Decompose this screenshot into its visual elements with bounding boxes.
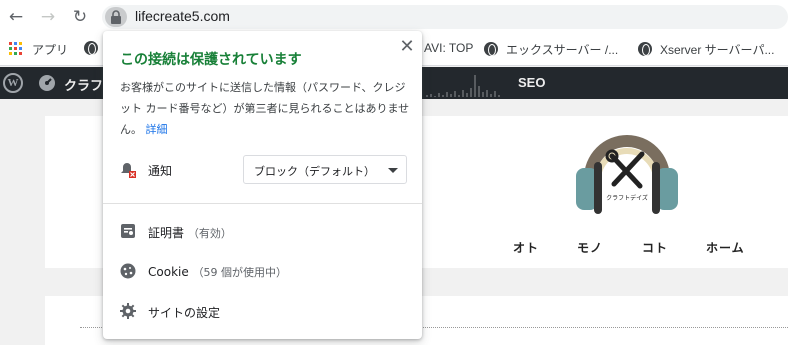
reload-icon[interactable]: ↻ bbox=[69, 6, 91, 28]
cookie-row[interactable]: Cookie （59 個が使用中） bbox=[148, 264, 287, 280]
certificate-status: （有効） bbox=[187, 227, 232, 240]
notification-select[interactable]: ブロック（デフォルト） bbox=[243, 155, 407, 184]
notification-label: 通知 bbox=[148, 164, 173, 178]
popup-divider bbox=[103, 203, 422, 204]
globe-icon bbox=[484, 42, 498, 56]
admin-seo-menu[interactable]: SEO bbox=[518, 75, 545, 90]
close-icon[interactable]: ✕ bbox=[397, 37, 417, 57]
bookmark-avi-top[interactable]: AVI: TOP bbox=[424, 41, 473, 55]
admin-site-name[interactable]: クラフ bbox=[64, 75, 103, 94]
cookie-icon bbox=[120, 263, 136, 279]
global-nav-mono[interactable]: モノ bbox=[577, 239, 603, 256]
wordpress-logo-icon[interactable]: W bbox=[3, 73, 23, 93]
logo-text: クラフトデイズ bbox=[606, 194, 648, 202]
lock-icon[interactable] bbox=[105, 7, 127, 27]
globe-icon bbox=[638, 42, 652, 56]
caret-down-icon bbox=[388, 168, 398, 173]
site-info-popup: この接続は保護されています ✕ お客様がこのサイトに送信した情報（パスワード、ク… bbox=[103, 31, 422, 339]
back-arrow-icon[interactable]: ← bbox=[5, 6, 27, 28]
bookmark-xserver-2[interactable]: Xserver サーバーパ... bbox=[638, 41, 774, 58]
gear-icon bbox=[120, 303, 136, 319]
site-logo[interactable]: クラフトデイズ bbox=[570, 118, 685, 228]
dashboard-gauge-icon[interactable] bbox=[38, 74, 56, 92]
cookie-status: （59 個が使用中） bbox=[192, 266, 288, 279]
global-nav-home[interactable]: ホーム bbox=[706, 239, 745, 256]
connection-secure-title: この接続は保護されています bbox=[120, 52, 302, 68]
certificate-icon bbox=[121, 224, 135, 238]
apps-grid-icon[interactable] bbox=[9, 42, 23, 56]
bookmark-apps[interactable]: アプリ bbox=[32, 41, 68, 58]
certificate-row[interactable]: 証明書 （有効） bbox=[148, 224, 232, 241]
browser-toolbar: ← → ↻ lifecreate5.com bbox=[0, 0, 788, 34]
bookmark-xserver-1[interactable]: エックスサーバー /... bbox=[484, 41, 618, 58]
connection-description: お客様がこのサイトに送信した情報（パスワード、クレジット カード番号など）が第三… bbox=[120, 81, 410, 136]
site-settings-row[interactable]: サイトの設定 bbox=[148, 304, 220, 321]
notification-blocked-icon bbox=[121, 163, 136, 178]
global-nav-oto[interactable]: オト bbox=[513, 239, 539, 256]
forward-arrow-icon[interactable]: → bbox=[37, 6, 59, 28]
details-link[interactable]: 詳細 bbox=[146, 123, 168, 136]
url-text[interactable]: lifecreate5.com bbox=[135, 8, 230, 24]
notification-select-value: ブロック（デフォルト） bbox=[254, 165, 375, 178]
global-nav-koto[interactable]: コト bbox=[642, 239, 668, 256]
traffic-sparkline bbox=[426, 75, 500, 97]
